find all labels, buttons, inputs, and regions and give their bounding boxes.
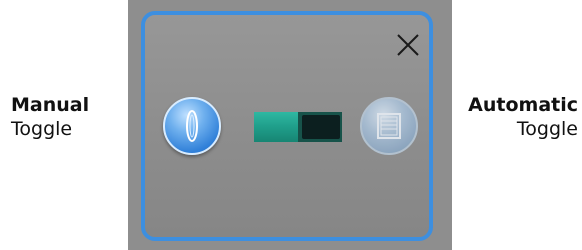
lens-icon [186,110,198,142]
switch-knob[interactable] [302,115,340,139]
automatic-mode-button[interactable] [360,97,418,155]
manual-mode-button[interactable] [163,97,221,155]
manual-label-subtitle: Toggle [11,118,73,140]
automatic-label-title: Automatic [468,94,578,116]
close-icon [397,34,419,56]
automatic-toggle-label: Automatic Toggle [468,93,578,141]
toggle-screen: Manual Toggle Automatic Toggle [0,0,582,250]
manual-label-title: Manual [11,94,90,116]
toggle-dialog [128,0,452,250]
manual-toggle-label: Manual Toggle [11,93,89,141]
window-icon [377,113,401,139]
mode-toggle-switch[interactable] [254,112,342,142]
automatic-label-subtitle: Toggle [516,118,578,140]
close-button[interactable] [395,32,421,58]
